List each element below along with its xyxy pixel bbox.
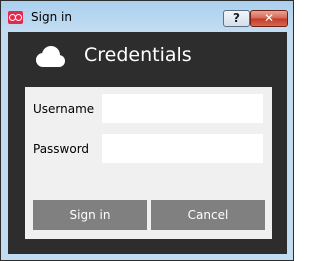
cancel-button[interactable]: Cancel <box>151 200 265 230</box>
title-bar[interactable]: Sign in ? ✕ <box>1 1 293 33</box>
app-logo-icon <box>8 11 23 24</box>
username-label: Username <box>33 102 95 116</box>
credentials-form: Username Password Sign in Cancel <box>25 87 272 239</box>
dialog-content: Credentials Username Password Sign in Ca… <box>8 32 287 254</box>
window-title: Sign in <box>31 10 72 24</box>
help-button[interactable]: ? <box>223 10 250 27</box>
username-input[interactable] <box>102 94 263 123</box>
cloud-icon <box>36 46 65 67</box>
password-input[interactable] <box>102 134 263 163</box>
close-button[interactable]: ✕ <box>250 10 288 27</box>
password-label: Password <box>33 142 90 156</box>
sign-in-button[interactable]: Sign in <box>33 200 147 230</box>
sign-in-window: Sign in ? ✕ Credentials Username Passwor… <box>0 0 294 261</box>
header-title: Credentials <box>84 44 192 66</box>
